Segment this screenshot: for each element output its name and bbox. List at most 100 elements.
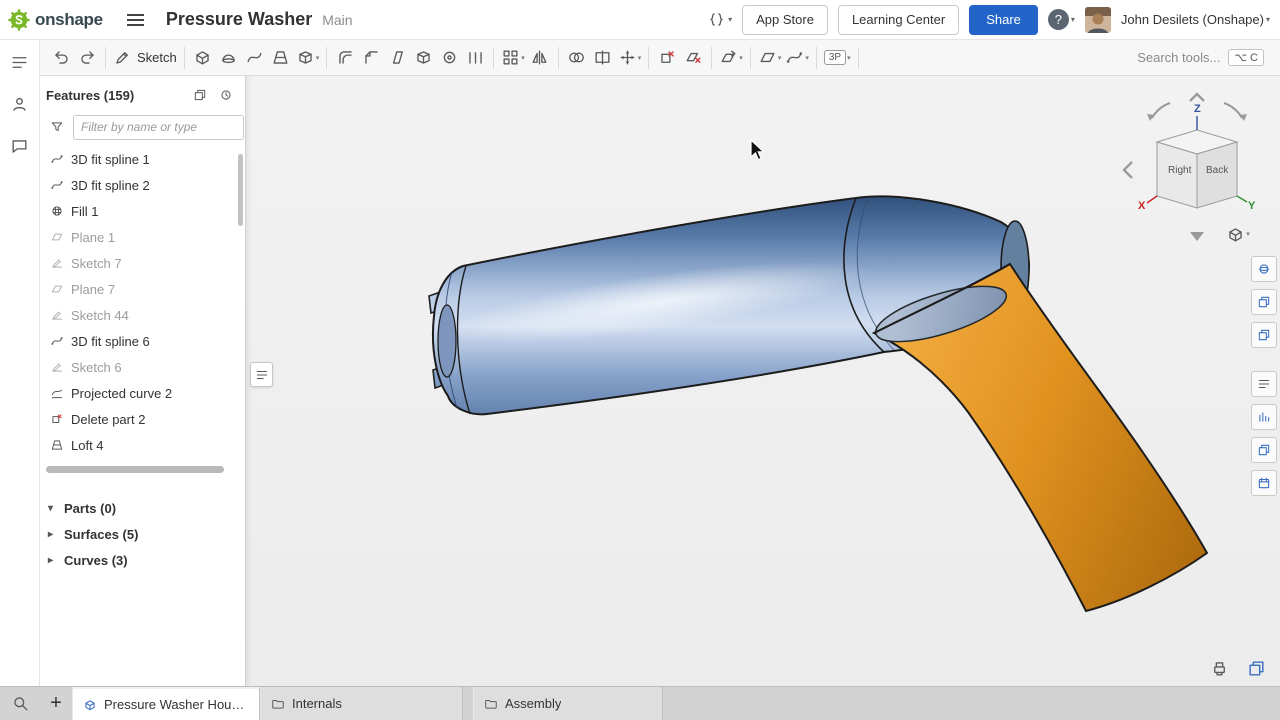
shell-button[interactable]	[410, 44, 436, 72]
delete-face-button[interactable]	[680, 44, 706, 72]
feature-item-label: Fill 1	[71, 204, 98, 219]
share-button[interactable]: Share	[969, 5, 1038, 35]
feature-item[interactable]: Sketch 6	[40, 354, 245, 380]
hole-button[interactable]	[436, 44, 462, 72]
rollback-history-icon[interactable]	[213, 84, 239, 106]
sketch-button[interactable]: Sketch	[111, 44, 179, 72]
named-views-button[interactable]: 3P▾	[822, 44, 853, 72]
tab-internals[interactable]: Internals	[260, 687, 463, 720]
feature-item[interactable]: Loft 4	[40, 432, 245, 458]
tab-assembly[interactable]: Assembly	[473, 687, 663, 720]
view-cube-right-face[interactable]: Right	[1168, 165, 1192, 176]
feature-item[interactable]: Plane 7	[40, 276, 245, 302]
section-label: Curves (3)	[64, 553, 128, 568]
feature-item[interactable]: 3D fit spline 6	[40, 328, 245, 354]
feature-list-toggle[interactable]	[250, 362, 273, 387]
section-label: Parts (0)	[64, 501, 116, 516]
export-icon[interactable]	[1247, 659, 1266, 678]
chamfer-button[interactable]	[358, 44, 384, 72]
axis-z-label: Z	[1194, 103, 1201, 115]
draft-button[interactable]	[384, 44, 410, 72]
featurescript-icon[interactable]: ▾	[707, 10, 732, 29]
learning-center-button[interactable]: Learning Center	[838, 5, 959, 35]
plane-button[interactable]: ▾	[756, 44, 784, 72]
search-tabs-icon[interactable]	[0, 687, 40, 720]
revolve-button[interactable]	[216, 44, 242, 72]
feature-item[interactable]: 3D fit spline 1	[40, 146, 245, 172]
avatar[interactable]	[1085, 7, 1111, 33]
horizontal-scrollbar[interactable]	[46, 466, 224, 473]
loft-button[interactable]	[268, 44, 294, 72]
delete-part-button[interactable]	[654, 44, 680, 72]
main-menu-button[interactable]	[121, 8, 150, 32]
feature-item[interactable]: Projected curve 2	[40, 380, 245, 406]
rib-button[interactable]	[462, 44, 488, 72]
feature-item-label: Loft 4	[71, 438, 104, 453]
extrude-button[interactable]	[190, 44, 216, 72]
tab-label: Pressure Washer Housi...	[104, 697, 249, 712]
feature-item-label: 3D fit spline 2	[71, 178, 150, 193]
feature-item[interactable]: Delete part 2	[40, 406, 245, 432]
sketch-icon	[50, 308, 64, 322]
app-store-button[interactable]: App Store	[742, 5, 828, 35]
undo-button[interactable]	[48, 44, 74, 72]
tab-pressure-washer-housi[interactable]: Pressure Washer Housi...	[72, 687, 260, 720]
thicken-button[interactable]: ▾	[294, 44, 322, 72]
workspace-name[interactable]: Main	[322, 12, 352, 28]
filter-icon[interactable]	[44, 113, 70, 141]
variables-panel-icon[interactable]	[1251, 404, 1277, 430]
axis-x-label: X	[1138, 200, 1146, 212]
feature-item[interactable]: 3D fit spline 2	[40, 172, 245, 198]
feature-filter-row	[40, 110, 245, 146]
versions-panel-icon[interactable]	[1251, 470, 1277, 496]
help-button[interactable]: ? ▾	[1048, 9, 1075, 30]
feature-item[interactable]: Sketch 7	[40, 250, 245, 276]
section-surfaces[interactable]: ▸Surfaces (5)	[40, 521, 245, 547]
feature-item[interactable]: Fill 1	[40, 198, 245, 224]
feature-filter-input[interactable]	[73, 115, 244, 140]
search-tools[interactable]: Search tools... ⌥ C	[1137, 49, 1272, 66]
print-icon[interactable]	[1210, 659, 1229, 678]
document-panel-icon[interactable]	[6, 48, 34, 76]
onshape-app: onshape Pressure Washer Main ▾ App Store…	[0, 0, 1280, 720]
part-handle[interactable]	[870, 264, 1207, 611]
feature-item[interactable]: Sketch 44	[40, 302, 245, 328]
document-title: Pressure Washer	[166, 9, 312, 30]
feature-item-label: 3D fit spline 6	[71, 334, 150, 349]
part-studio-icon	[83, 698, 97, 712]
move-face-button[interactable]: ▾	[717, 44, 745, 72]
vertical-scrollbar[interactable]	[238, 154, 243, 226]
composite-curve-button[interactable]: ▾	[783, 44, 811, 72]
feature-item-label: Delete part 2	[71, 412, 145, 427]
configurations-panel-icon[interactable]	[1251, 289, 1277, 315]
onshape-logo[interactable]: onshape	[0, 9, 111, 31]
split-button[interactable]	[590, 44, 616, 72]
comments-icon[interactable]	[6, 132, 34, 160]
materials-panel-icon[interactable]	[1251, 437, 1277, 463]
view-mode-cube-button[interactable]: ▾	[1218, 222, 1258, 246]
custom-tables-panel-icon[interactable]	[1251, 322, 1277, 348]
mirror-button[interactable]	[527, 44, 553, 72]
new-tab-button[interactable]: +	[40, 687, 72, 720]
axis-y-label: Y	[1248, 200, 1256, 212]
sweep-button[interactable]	[242, 44, 268, 72]
feature-item[interactable]: Plane 1	[40, 224, 245, 250]
user-menu-button[interactable]: John Desilets (Onshape) ▾	[1121, 12, 1270, 27]
transform-button[interactable]: ▾	[616, 44, 644, 72]
properties-panel-icon[interactable]	[1251, 371, 1277, 397]
fillet-button[interactable]	[332, 44, 358, 72]
boolean-button[interactable]	[564, 44, 590, 72]
section-curves[interactable]: ▸Curves (3)	[40, 547, 245, 573]
redo-button[interactable]	[74, 44, 100, 72]
section-parts[interactable]: ▾Parts (0)	[40, 495, 245, 521]
linear-pattern-button[interactable]: ▾	[499, 44, 527, 72]
create-folder-icon[interactable]	[187, 84, 213, 106]
features-panel: Features (159) 3D fit spline 13D fit spl…	[40, 76, 246, 686]
topbar-right: ▾ App Store Learning Center Share ? ▾ Jo…	[707, 5, 1280, 35]
view-cube-back-face[interactable]: Back	[1206, 165, 1229, 176]
appearance-panel-icon[interactable]	[1251, 256, 1277, 282]
collaboration-icon[interactable]	[6, 90, 34, 118]
view-cube[interactable]: Right Back Z X Y	[1124, 94, 1256, 241]
chevron-down-icon: ▾	[778, 54, 782, 62]
feature-item-label: Plane 7	[71, 282, 115, 297]
